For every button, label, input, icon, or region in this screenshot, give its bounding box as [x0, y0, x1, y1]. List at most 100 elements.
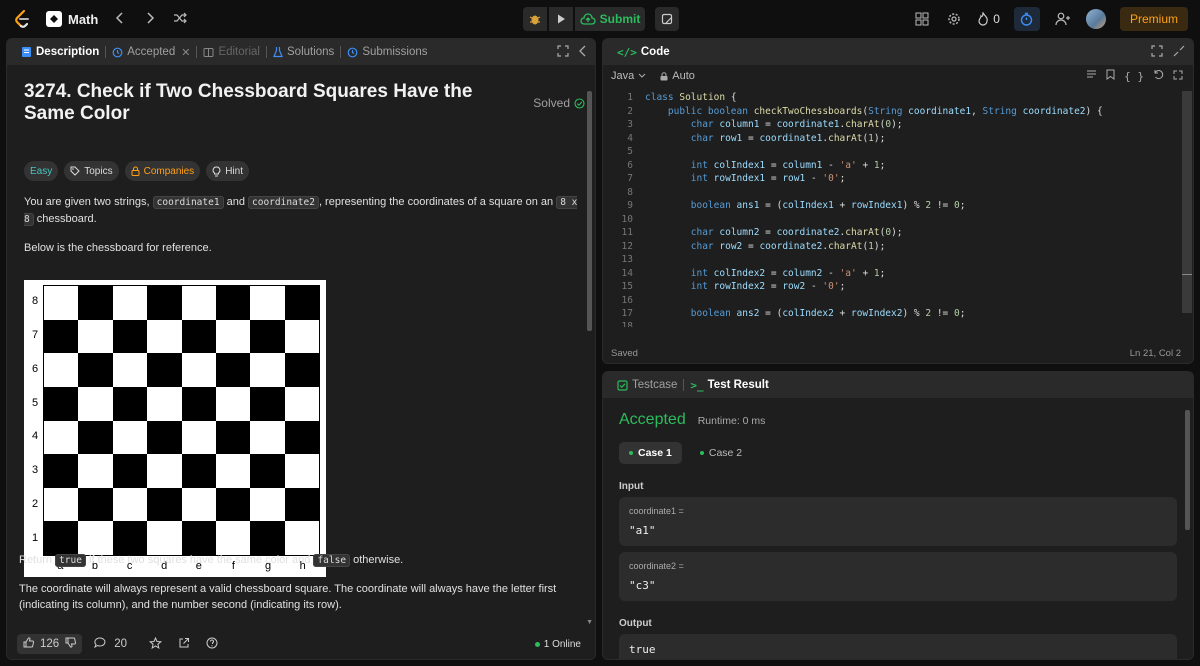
line-number: 14 [621, 267, 633, 279]
tab-solutions[interactable]: Solutions [267, 46, 340, 58]
language-label: Java [611, 70, 635, 82]
tab-code[interactable]: </> Code [611, 46, 676, 59]
problem-title: 3274. Check if Two Chessboard Squares Ha… [19, 81, 585, 125]
code-scrollbar[interactable] [1182, 91, 1192, 313]
inline-code: true [55, 554, 86, 567]
chess-square [44, 386, 79, 421]
scroll-down-arrow-icon[interactable]: ▼ [586, 619, 593, 626]
streak-counter[interactable]: 0 [977, 12, 1000, 26]
reset-icon[interactable] [1153, 69, 1164, 83]
thumbs-down-icon[interactable] [65, 637, 77, 651]
next-problem-button[interactable] [142, 11, 158, 27]
output-value: true [629, 643, 656, 656]
braces-icon[interactable]: { } [1124, 70, 1144, 83]
online-indicator: 1 Online [534, 629, 581, 659]
top-bar-left: Math [12, 0, 188, 38]
thumbs-up-icon[interactable] [23, 637, 35, 651]
share-icon[interactable] [178, 637, 190, 652]
chess-square [147, 286, 182, 320]
line-number: 7 [627, 173, 633, 185]
case-tab-1[interactable]: Case 1 [619, 442, 682, 464]
code-editor[interactable]: 1 class Solution { 2 public boolean check… [603, 91, 1189, 363]
timer-button[interactable] [1013, 7, 1040, 31]
code-line: 4 char row1 = coordinate1.charAt(1); [603, 132, 1189, 146]
line-number: 16 [621, 294, 633, 306]
text-run: , representing the coordinates of a squa… [318, 196, 557, 208]
tab-accepted[interactable]: Accepted ✕ [106, 46, 196, 59]
case-tab-2[interactable]: Case 2 [690, 442, 752, 464]
chess-square [147, 521, 182, 555]
tab-test-result[interactable]: >_ Test Result [684, 379, 774, 392]
companies-tag[interactable]: Companies [124, 161, 201, 181]
hint-tag[interactable]: Hint [206, 161, 249, 181]
user-avatar[interactable] [1085, 9, 1106, 29]
description-body: 3274. Check if Two Chessboard Squares Ha… [7, 81, 595, 256]
like-dislike-group: 126 [17, 634, 83, 654]
tag-icon [70, 166, 80, 176]
chess-square [112, 319, 148, 354]
premium-button[interactable]: Premium [1119, 7, 1188, 31]
chess-square [181, 319, 216, 354]
chess-square [215, 454, 251, 488]
format-icon[interactable] [1086, 70, 1097, 83]
run-button[interactable] [549, 7, 573, 31]
code-line: 10 [603, 213, 1189, 227]
description-scrollbar[interactable] [587, 91, 592, 331]
solved-label: Solved [533, 96, 570, 110]
bookmark-icon[interactable] [1106, 69, 1115, 83]
online-count: 1 Online [543, 638, 581, 650]
language-selector[interactable]: Java [611, 70, 646, 82]
line-number: 12 [621, 240, 633, 252]
leetcode-logo-icon[interactable] [12, 9, 32, 29]
chess-square [44, 319, 79, 354]
tab-description[interactable]: Description [15, 46, 105, 58]
fullscreen-icon[interactable] [1173, 70, 1183, 83]
description-panel: Description Accepted ✕ Editorial Solutio… [6, 38, 596, 660]
terminal-icon: >_ [690, 378, 704, 392]
settings-gear-icon[interactable] [945, 10, 963, 28]
layout-grid-icon[interactable] [913, 10, 931, 28]
input-box-2[interactable]: coordinate2 = "c3" [619, 552, 1177, 601]
chess-square [112, 487, 148, 522]
favorite-star-icon[interactable] [148, 636, 163, 652]
maximize-icon[interactable] [557, 44, 569, 60]
chess-square [112, 386, 148, 421]
auto-mode[interactable]: Auto [660, 70, 695, 82]
help-icon[interactable] [206, 637, 218, 652]
shuffle-icon[interactable] [172, 11, 188, 27]
topics-tag[interactable]: Topics [64, 161, 119, 181]
submit-button[interactable]: Submit [575, 7, 645, 31]
tab-label: Solutions [287, 46, 335, 58]
prev-problem-button[interactable] [112, 11, 128, 27]
submit-label: Submit [599, 12, 641, 26]
comment-count[interactable]: 20 [114, 638, 127, 650]
maximize-icon[interactable] [1151, 44, 1163, 60]
difficulty-badge: Easy [24, 161, 59, 181]
play-icon [558, 14, 565, 24]
comment-icon[interactable] [94, 637, 106, 651]
debug-button[interactable] [523, 7, 547, 31]
chess-square [44, 454, 79, 488]
tab-testcase[interactable]: Testcase [611, 379, 683, 391]
chess-square [181, 521, 216, 555]
scroll-position-marker [1182, 274, 1192, 275]
close-tab-icon[interactable]: ✕ [181, 46, 190, 59]
tab-editorial[interactable]: Editorial [197, 46, 266, 58]
tab-submissions[interactable]: Submissions [341, 46, 433, 58]
problem-list-button[interactable]: Math [46, 11, 98, 27]
collapse-chevron-icon[interactable] [579, 45, 587, 60]
output-box[interactable]: true [619, 634, 1177, 659]
code-line: 12 char row2 = coordinate2.charAt(1); [603, 240, 1189, 254]
minimize-icon[interactable] [1173, 45, 1185, 60]
chess-square [284, 521, 319, 555]
add-collaborator-icon[interactable] [1054, 10, 1072, 28]
book-icon [203, 47, 214, 57]
result-scrollbar[interactable] [1185, 410, 1190, 530]
line-number: 15 [621, 281, 633, 293]
notes-button[interactable] [655, 7, 679, 31]
cloud-upload-icon [580, 13, 596, 25]
result-tabs: Testcase >_ Test Result [603, 372, 1193, 398]
chess-square [181, 386, 216, 421]
input-box-1[interactable]: coordinate1 = "a1" [619, 497, 1177, 546]
chess-square [44, 420, 79, 455]
